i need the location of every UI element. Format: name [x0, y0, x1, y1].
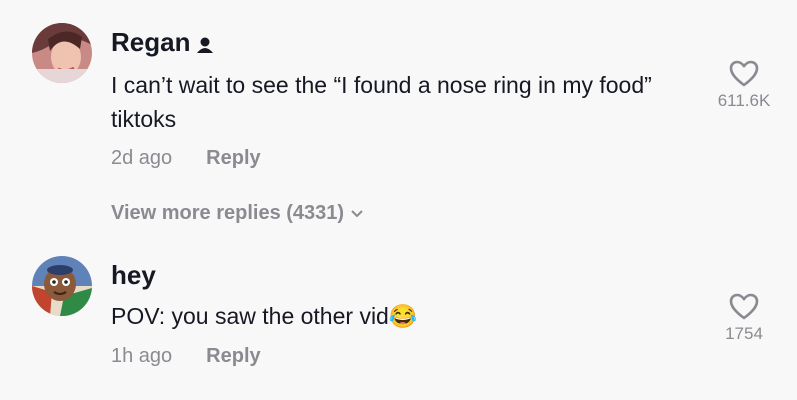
comment-item: hey POV: you saw the other vid😂 1h ago Re…: [0, 240, 797, 400]
like-count: 611.6K: [717, 91, 771, 110]
comment-item: Regan I can’t wait to see the “I found a…: [0, 0, 797, 240]
reply-button[interactable]: Reply: [206, 345, 260, 367]
heart-icon[interactable]: [729, 60, 759, 87]
comment-text: I can’t wait to see the “I found a nose …: [111, 72, 652, 132]
reply-button[interactable]: Reply: [206, 147, 260, 169]
comment-meta: 1h ago Reply: [111, 345, 261, 368]
laughing-emoji-icon: 😂: [388, 303, 418, 329]
timestamp: 1h ago: [111, 345, 173, 367]
like-count: 1754: [725, 324, 763, 343]
comment-text-body: POV: you saw the other vid: [111, 303, 389, 329]
chevron-down-icon: [351, 210, 363, 218]
username-text: Regan: [111, 27, 191, 57]
like-column: 1754: [709, 293, 779, 344]
comment-text: POV: you saw the other vid😂: [111, 299, 701, 333]
like-column: 611.6K: [709, 60, 779, 111]
person-icon: [196, 29, 214, 60]
avatar[interactable]: [32, 23, 92, 83]
username[interactable]: Regan: [111, 27, 214, 60]
heart-icon[interactable]: [729, 293, 759, 320]
comment-meta: 2d ago Reply: [111, 147, 261, 170]
avatar[interactable]: [32, 256, 92, 316]
username[interactable]: hey: [111, 260, 156, 291]
view-more-replies-label: View more replies (4331): [111, 202, 345, 224]
timestamp: 2d ago: [111, 147, 173, 169]
username-text: hey: [111, 260, 156, 290]
view-more-replies-button[interactable]: View more replies (4331): [111, 202, 364, 225]
